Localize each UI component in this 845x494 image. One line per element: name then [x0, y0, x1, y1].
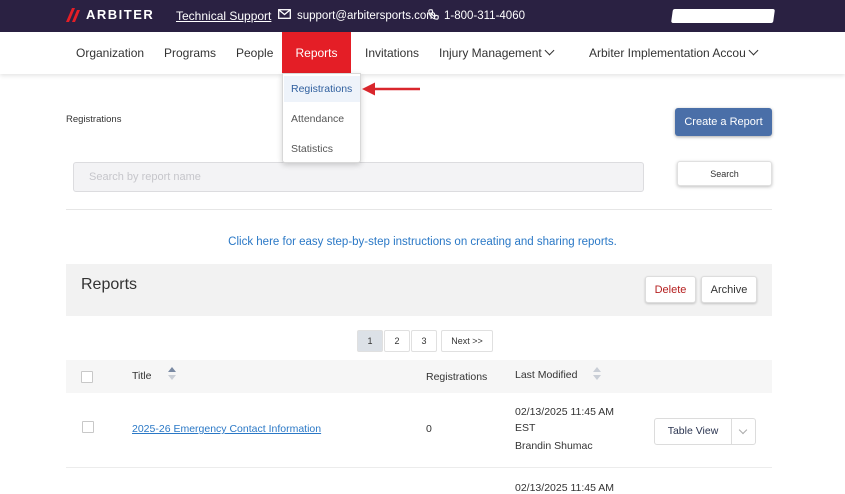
pagination-next[interactable]: Next >> — [441, 330, 493, 352]
column-last-modified[interactable]: Last Modified — [515, 369, 577, 381]
top-bar: ARBITER Technical Support support@arbite… — [0, 0, 845, 32]
registrations-count: 0 — [426, 423, 432, 435]
create-report-button[interactable]: Create a Report — [675, 108, 772, 136]
sort-icon[interactable] — [168, 367, 176, 380]
reports-dropdown-menu: Registrations Attendance Statistics — [282, 73, 361, 163]
row-divider — [66, 467, 772, 468]
table-view-button[interactable]: Table View — [654, 418, 756, 445]
support-phone-text: 1-800-311-4060 — [444, 10, 525, 22]
modified-by: Brandin Shumac — [515, 440, 593, 452]
panel-title: Reports — [81, 276, 138, 293]
row-checkbox[interactable] — [82, 421, 94, 433]
archive-button[interactable]: Archive — [701, 276, 757, 303]
account-menu-label: Arbiter Implementation Accou — [589, 46, 746, 60]
arbiter-logo-icon — [66, 7, 82, 22]
support-email-text: support@arbitersports.com — [297, 9, 436, 22]
breadcrumb: Registrations — [66, 114, 122, 125]
menu-item-statistics[interactable]: Statistics — [291, 143, 333, 155]
main-nav: Organization Programs People Reports Inv… — [0, 32, 845, 74]
pagination-page-3[interactable]: 3 — [411, 330, 437, 352]
modified-date: 02/13/2025 11:45 AM — [515, 482, 615, 494]
nav-item-programs[interactable]: Programs — [164, 32, 216, 74]
select-all-checkbox[interactable] — [81, 371, 93, 383]
nav-item-organization[interactable]: Organization — [76, 32, 144, 74]
logo-text: ARBITER — [86, 7, 155, 22]
search-button[interactable]: Search — [677, 161, 772, 186]
modified-timezone: EST — [515, 422, 536, 434]
chevron-down-icon — [544, 45, 555, 56]
modified-date: 02/13/2025 11:45 AM — [515, 406, 615, 418]
pointer-arrow-icon — [362, 81, 422, 102]
instructions-link[interactable]: Click here for easy step-by-step instruc… — [0, 236, 845, 248]
report-title-link[interactable]: 2025-26 Emergency Contact Information — [132, 423, 321, 435]
account-menu[interactable]: Arbiter Implementation Accou — [589, 32, 759, 74]
nav-item-injury-management[interactable]: Injury Management — [439, 32, 555, 74]
button-divider — [731, 419, 732, 444]
nav-item-people[interactable]: People — [236, 32, 273, 74]
pagination-page-2[interactable]: 2 — [384, 330, 410, 352]
chevron-down-icon — [748, 45, 759, 56]
chevron-down-icon[interactable] — [738, 425, 748, 435]
phone-icon — [428, 9, 439, 23]
divider — [66, 209, 772, 210]
sort-icon[interactable] — [593, 367, 601, 380]
nav-item-injury-management-label: Injury Management — [439, 46, 542, 60]
menu-item-attendance[interactable]: Attendance — [291, 113, 344, 125]
mail-icon — [278, 9, 291, 22]
table-view-label: Table View — [667, 425, 719, 437]
support-email[interactable]: support@arbitersports.com — [278, 9, 436, 22]
search-input[interactable]: Search by report name — [73, 162, 644, 192]
nav-item-reports[interactable]: Reports — [282, 32, 351, 74]
arbiter-logo[interactable]: ARBITER — [66, 7, 154, 22]
redacted-user-name — [671, 9, 775, 23]
nav-item-invitations[interactable]: Invitations — [365, 32, 419, 74]
menu-item-registrations[interactable]: Registrations — [291, 83, 352, 95]
column-registrations: Registrations — [426, 371, 488, 383]
column-title[interactable]: Title — [132, 370, 151, 382]
delete-button[interactable]: Delete — [645, 276, 696, 303]
support-phone[interactable]: 1-800-311-4060 — [428, 9, 525, 23]
technical-support-link[interactable]: Technical Support — [176, 9, 271, 23]
pagination-page-1[interactable]: 1 — [357, 330, 383, 352]
